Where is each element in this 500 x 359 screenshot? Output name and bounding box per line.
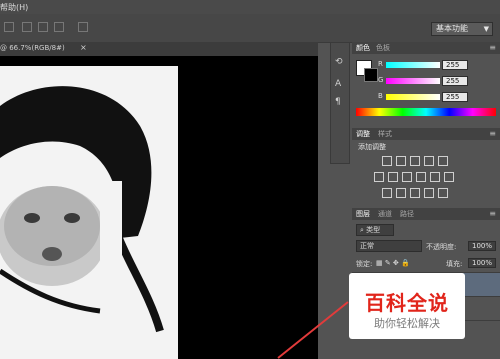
cartoon-image <box>0 66 178 359</box>
tab-swatches[interactable]: 色板 <box>376 43 390 53</box>
layers-panel-tabs: 图层 通道 路径 ≡ <box>352 208 500 220</box>
exposure-icon[interactable] <box>424 156 434 166</box>
black-white-icon[interactable] <box>402 172 412 182</box>
watermark-logo: 百科全说 助你轻松解决 <box>349 273 465 339</box>
brightness-icon[interactable] <box>382 156 392 166</box>
align-bottom-icon[interactable] <box>38 22 48 32</box>
selective-color-icon[interactable] <box>438 188 448 198</box>
history-icon[interactable]: ⟲ <box>335 57 345 67</box>
channel-mixer-icon[interactable] <box>430 172 440 182</box>
photo-filter-icon[interactable] <box>416 172 426 182</box>
paragraph-icon[interactable]: ¶ <box>335 97 345 107</box>
auto-align-icon[interactable] <box>78 22 88 32</box>
gradient-map-icon[interactable] <box>424 188 434 198</box>
lock-icons[interactable]: ▦ ✎ ✥ 🔒 <box>376 259 410 267</box>
hue-saturation-icon[interactable] <box>374 172 384 182</box>
color-panel: 颜色 色板 ≡ R 255 G 255 B 255 <box>352 42 500 124</box>
tab-paths[interactable]: 路径 <box>400 209 414 219</box>
panel-menu-icon[interactable]: ≡ <box>489 43 496 52</box>
panel-menu-icon[interactable]: ≡ <box>489 129 496 138</box>
fill-value[interactable]: 100% <box>468 258 496 268</box>
align-middle-icon[interactable] <box>22 22 32 32</box>
blend-mode-select[interactable]: 正常 <box>356 240 422 252</box>
red-slider[interactable] <box>386 62 440 68</box>
panel-menu-icon[interactable]: ≡ <box>489 209 496 218</box>
opacity-label: 不透明度: <box>426 243 457 251</box>
threshold-icon[interactable] <box>410 188 420 198</box>
annotation-arrow <box>277 301 349 359</box>
curves-icon[interactable] <box>410 156 420 166</box>
color-panel-tabs: 颜色 色板 ≡ <box>352 42 500 54</box>
background-swatch[interactable] <box>364 68 378 82</box>
close-icon[interactable]: × <box>80 43 87 52</box>
magnifier-icon: ⌕ <box>360 226 364 234</box>
opacity-value[interactable]: 100% <box>468 241 496 251</box>
document-tab-label: @ 66.7%(RGB/8#) <box>0 44 65 52</box>
adjustments-panel-tabs: 调整 样式 ≡ <box>352 128 500 140</box>
document-image <box>0 66 178 359</box>
align-left-icon[interactable] <box>54 22 64 32</box>
blue-value[interactable]: 255 <box>442 92 468 102</box>
menu-bar: 帮助(H) <box>0 0 500 14</box>
character-icon[interactable]: A <box>335 79 345 89</box>
levels-icon[interactable] <box>396 156 406 166</box>
tab-channels[interactable]: 通道 <box>378 209 392 219</box>
watermark-subtitle: 助你轻松解决 <box>374 317 440 330</box>
blend-mode-label: 正常 <box>360 242 374 250</box>
workspace-preset-label: 基本功能 <box>436 24 468 33</box>
fill-label: 填充: <box>446 260 463 268</box>
channel-b-label: B <box>378 92 383 100</box>
add-adjustment-title: 添加调整 <box>358 143 386 151</box>
panel-icon-strip: ⟲ A ¶ <box>330 42 350 164</box>
chevron-down-icon: ▼ <box>483 25 489 33</box>
lock-label: 锁定: <box>356 260 373 268</box>
tab-adjustments[interactable]: 调整 <box>356 129 370 139</box>
tab-styles[interactable]: 样式 <box>378 129 392 139</box>
menu-help[interactable]: 帮助(H) <box>0 2 28 13</box>
align-top-icon[interactable] <box>4 22 14 32</box>
document-tab[interactable]: @ 66.7%(RGB/8#) × <box>0 42 318 57</box>
green-slider[interactable] <box>386 78 440 84</box>
invert-icon[interactable] <box>382 188 392 198</box>
channel-g-label: G <box>378 76 384 84</box>
workspace-preset-select[interactable]: 基本功能 ▼ <box>431 22 493 36</box>
layer-kind-label: 类型 <box>366 226 381 234</box>
layer-kind-filter[interactable]: ⌕ 类型 <box>356 224 394 236</box>
color-lookup-icon[interactable] <box>444 172 454 182</box>
red-value[interactable]: 255 <box>442 60 468 70</box>
color-balance-icon[interactable] <box>388 172 398 182</box>
tab-color[interactable]: 颜色 <box>356 43 370 53</box>
channel-r-label: R <box>378 60 383 68</box>
green-value[interactable]: 255 <box>442 76 468 86</box>
options-bar: 基本功能 ▼ <box>0 14 500 43</box>
posterize-icon[interactable] <box>396 188 406 198</box>
adjustments-panel: 调整 样式 ≡ 添加调整 <box>352 128 500 206</box>
watermark-title: 百科全说 <box>365 291 449 315</box>
blue-slider[interactable] <box>386 94 440 100</box>
color-spectrum-bar[interactable] <box>356 108 496 116</box>
vibrance-icon[interactable] <box>438 156 448 166</box>
tab-layers[interactable]: 图层 <box>356 209 370 219</box>
